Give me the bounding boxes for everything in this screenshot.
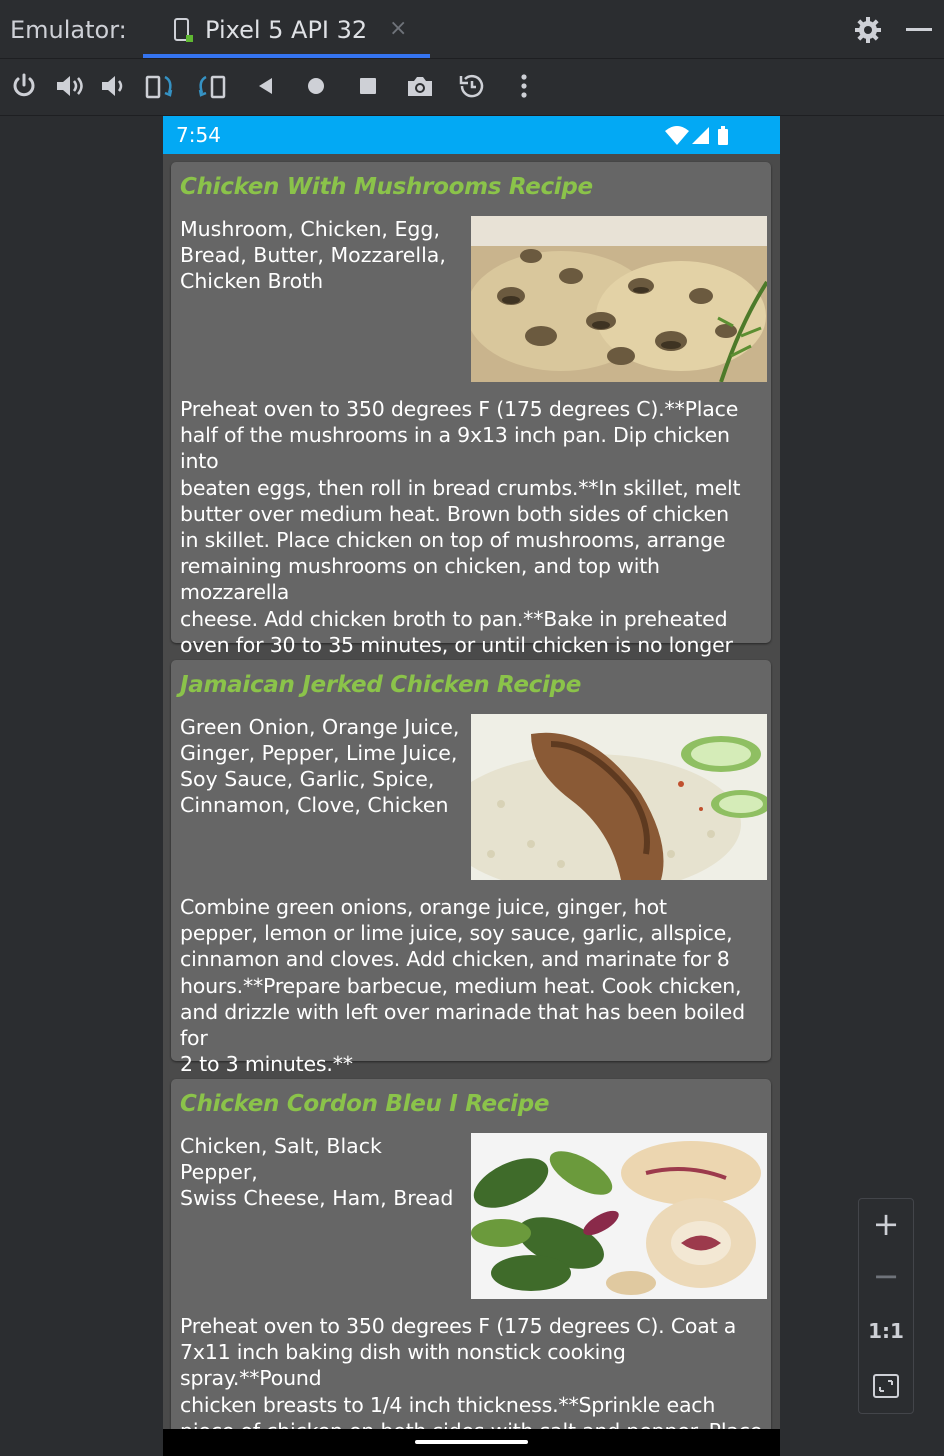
active-tab-indicator: [143, 54, 430, 58]
overview-icon[interactable]: [353, 71, 383, 101]
gear-icon[interactable]: [852, 14, 884, 46]
signal-icon: [692, 127, 709, 144]
back-icon[interactable]: [250, 71, 280, 101]
recipe-card[interactable]: Chicken With Mushrooms Recipe Mushroom, …: [171, 162, 771, 683]
snapshot-icon[interactable]: [457, 71, 487, 101]
recipe-directions: Preheat oven to 350 degrees F (175 degre…: [180, 397, 741, 683]
emulator-title-bar: Emulator: Pixel 5 API 32 ×: [0, 0, 944, 59]
zoom-in-button[interactable]: +: [859, 1205, 913, 1253]
zoom-fit-icon[interactable]: [859, 1369, 913, 1417]
zoom-out-button[interactable]: −: [859, 1257, 913, 1305]
emulator-toolbar: [0, 59, 944, 116]
rotate-right-icon[interactable]: [196, 71, 226, 101]
recipe-ingredients: Mushroom, Chicken, Egg, Bread, Butter, M…: [180, 217, 446, 293]
status-bar: 7:54: [163, 116, 780, 154]
rotate-left-icon[interactable]: [145, 71, 175, 101]
battery-icon: [718, 129, 728, 145]
recipe-card[interactable]: Jamaican Jerked Chicken Recipe Green Oni…: [171, 660, 771, 1076]
recipe-ingredients: Chicken, Salt, Black Pepper, Swiss Chees…: [180, 1134, 454, 1210]
camera-icon[interactable]: [405, 71, 435, 101]
more-icon[interactable]: [509, 71, 539, 101]
device-tab[interactable]: Pixel 5 API 32 ×: [143, 4, 430, 58]
status-time: 7:54: [176, 123, 221, 147]
recipe-image: [471, 216, 767, 382]
device-tab-label: Pixel 5 API 32: [205, 16, 368, 44]
home-icon[interactable]: [301, 71, 331, 101]
recipe-directions: Combine green onions, orange juice, ging…: [180, 895, 745, 1077]
power-icon[interactable]: [9, 71, 39, 101]
recipe-directions: Preheat oven to 350 degrees F (175 degre…: [180, 1314, 762, 1429]
device-icon: [173, 18, 195, 44]
recipe-ingredients: Green Onion, Orange Juice, Ginger, Peppe…: [180, 715, 460, 817]
window-title: Emulator:: [10, 16, 127, 44]
recipe-title: Chicken Cordon Bleu I Recipe: [180, 1091, 550, 1117]
zoom-controls: + − 1:1: [858, 1198, 914, 1414]
navigation-bar: [163, 1429, 780, 1456]
volume-up-icon[interactable]: [54, 71, 84, 101]
close-tab-icon[interactable]: ×: [389, 16, 407, 41]
status-icons: [660, 125, 740, 147]
volume-down-icon[interactable]: [98, 71, 128, 101]
recipe-title: Chicken With Mushrooms Recipe: [180, 174, 593, 200]
recipe-card[interactable]: Chicken Cordon Bleu I Recipe Chicken, Sa…: [171, 1079, 771, 1429]
phone-screen[interactable]: 7:54 Chicken With Mushrooms Recipe Mushr…: [163, 116, 780, 1456]
recipe-title: Jamaican Jerked Chicken Recipe: [180, 672, 582, 698]
home-gesture-handle[interactable]: [415, 1440, 528, 1444]
minimize-icon[interactable]: [906, 28, 932, 31]
recipe-list[interactable]: Chicken With Mushrooms Recipe Mushroom, …: [163, 154, 780, 1429]
wifi-icon: [665, 126, 689, 145]
recipe-image: [471, 714, 767, 880]
recipe-image: [471, 1133, 767, 1299]
zoom-actual-size-button[interactable]: 1:1: [859, 1319, 913, 1367]
